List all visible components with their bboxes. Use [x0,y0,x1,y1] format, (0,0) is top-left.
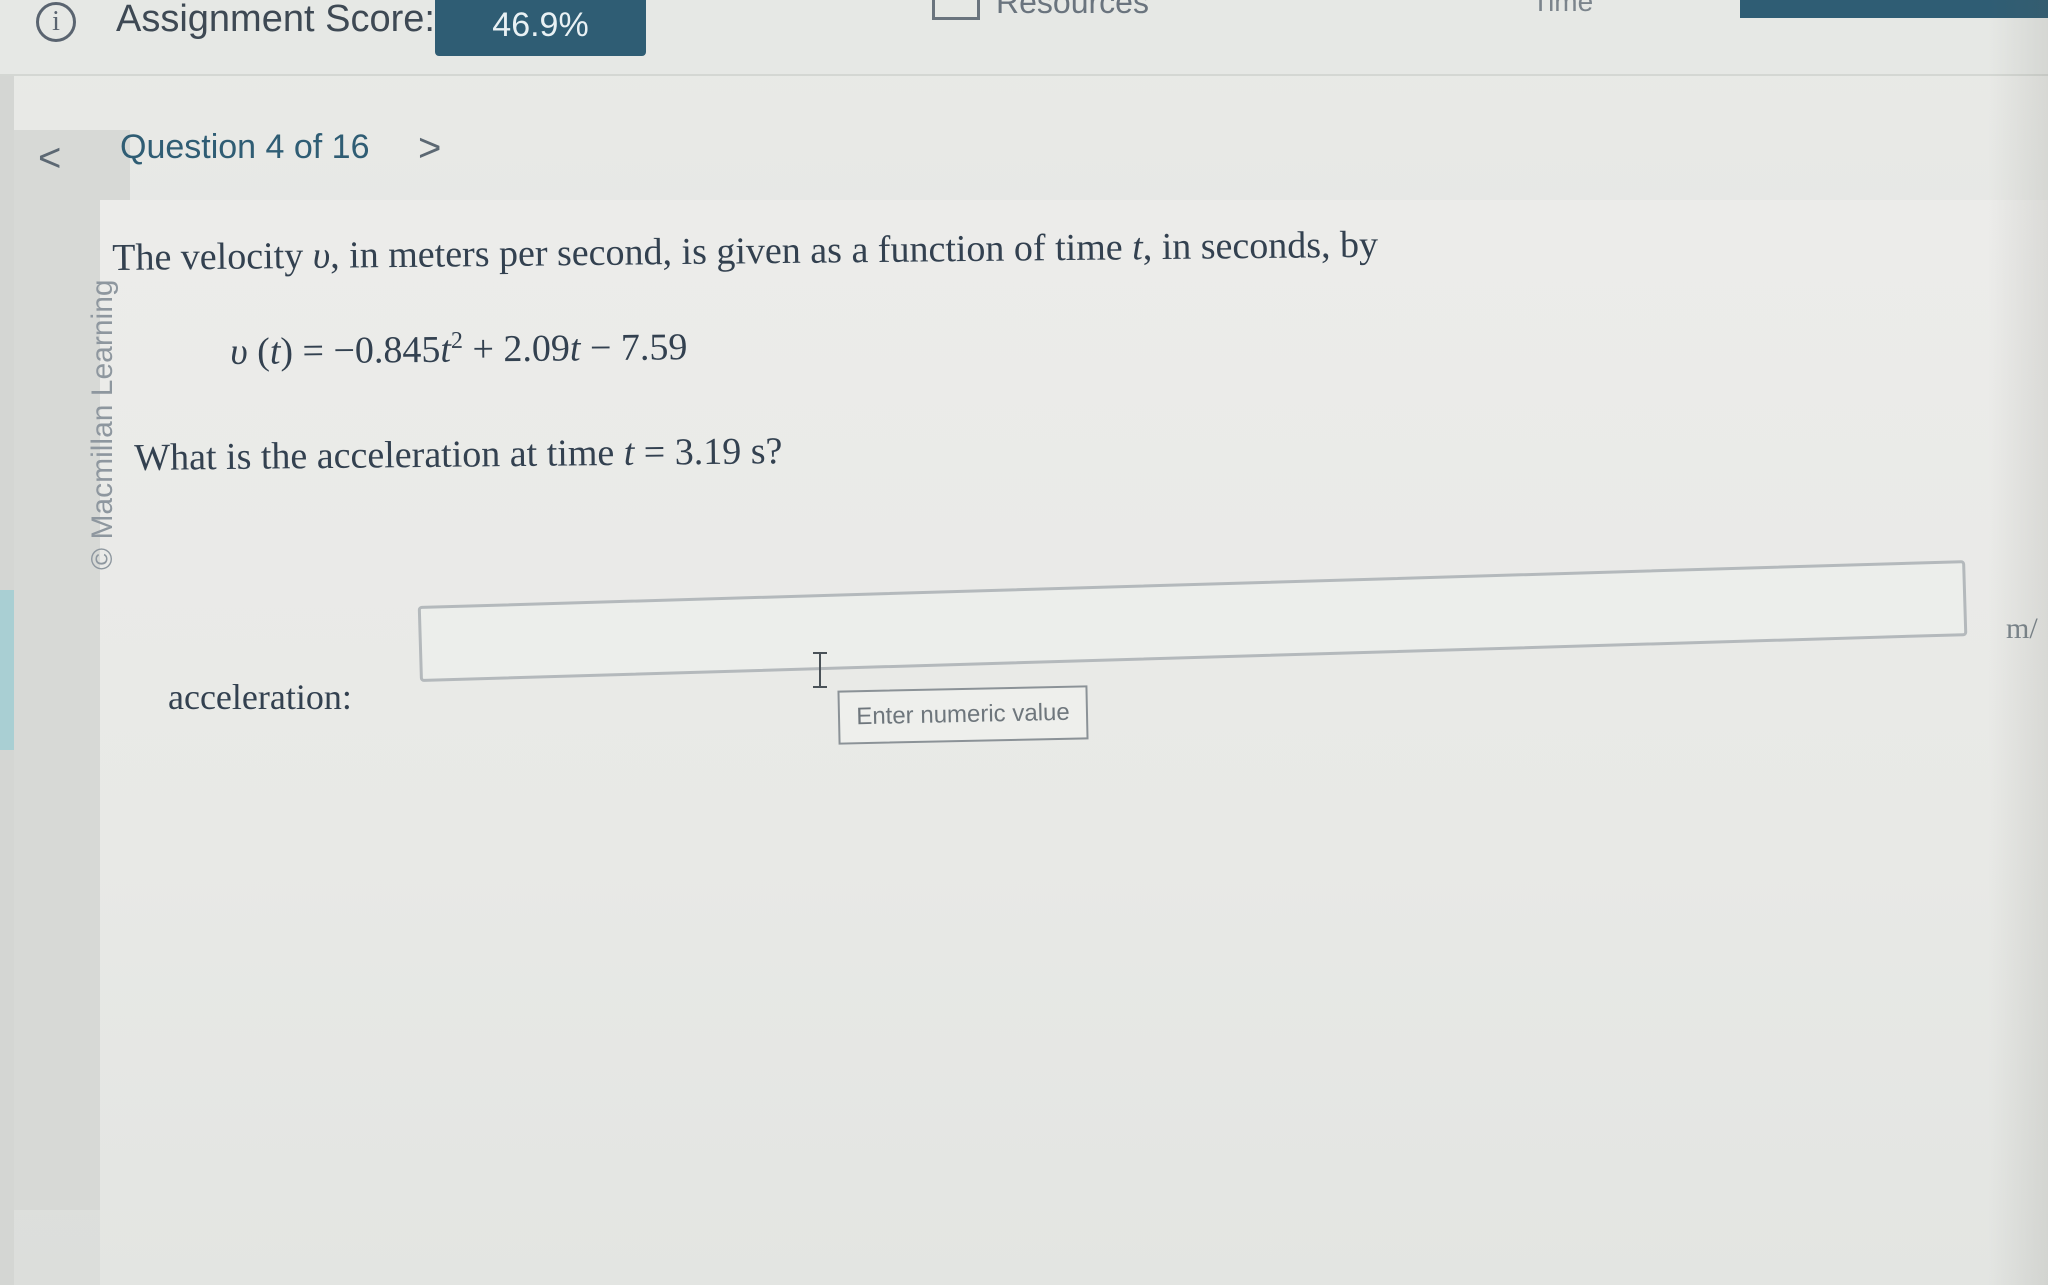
question-text-part: = 3.19 s? [634,430,783,474]
assignment-score-label: Assignment Score: [116,0,435,40]
problem-text: , in seconds, by [1142,223,1379,269]
equation-term: − 7.59 [580,326,688,370]
equation-t: t [569,327,581,370]
question-variable-t: t [623,431,635,474]
assignment-score-badge: 46.9% [435,0,646,56]
input-hint-tooltip: Enter numeric value [837,685,1089,745]
problem-text: , in meters per second, is given as a fu… [329,226,1133,277]
screen-edge-shadow [1988,0,2048,1285]
equation-term: = −0.845 [292,328,441,373]
equation-exponent: 2 [450,327,464,355]
resources-button[interactable]: Resources [996,0,1149,21]
question-prompt: What is the acceleration at time t = 3.1… [134,429,783,480]
acceleration-label: acceleration: [168,677,352,717]
top-bar: i Assignment Score: 46.9% Resources Time [0,0,2048,76]
next-question-chevron-icon[interactable]: > [418,126,441,171]
previous-question-chevron-icon[interactable]: < [38,136,61,181]
copyright-watermark: © Macmillan Learning [86,279,119,570]
timer-label: Time [1532,0,1594,17]
info-icon[interactable]: i [36,2,76,42]
velocity-equation: υ (t) = −0.845t2 + 2.09t − 7.59 [230,325,688,374]
problem-text: The velocity [112,234,313,279]
screen: i Assignment Score: 46.9% Resources Time… [0,0,2048,1285]
equation-paren: ) [280,330,294,373]
equation-term: + 2.09 [462,327,571,371]
equation-t: t [440,328,452,371]
question-text-part: What is the acceleration at time [134,431,624,479]
resources-icon[interactable] [932,0,980,20]
question-number-title[interactable]: Question 4 of 16 [120,128,370,167]
variable-t: t [1131,226,1143,269]
variable-v: υ [312,234,331,277]
equation-paren: ( [247,330,271,373]
equation-t: t [269,330,281,373]
text-cursor-icon [810,652,830,688]
equation-v: υ [230,330,248,373]
